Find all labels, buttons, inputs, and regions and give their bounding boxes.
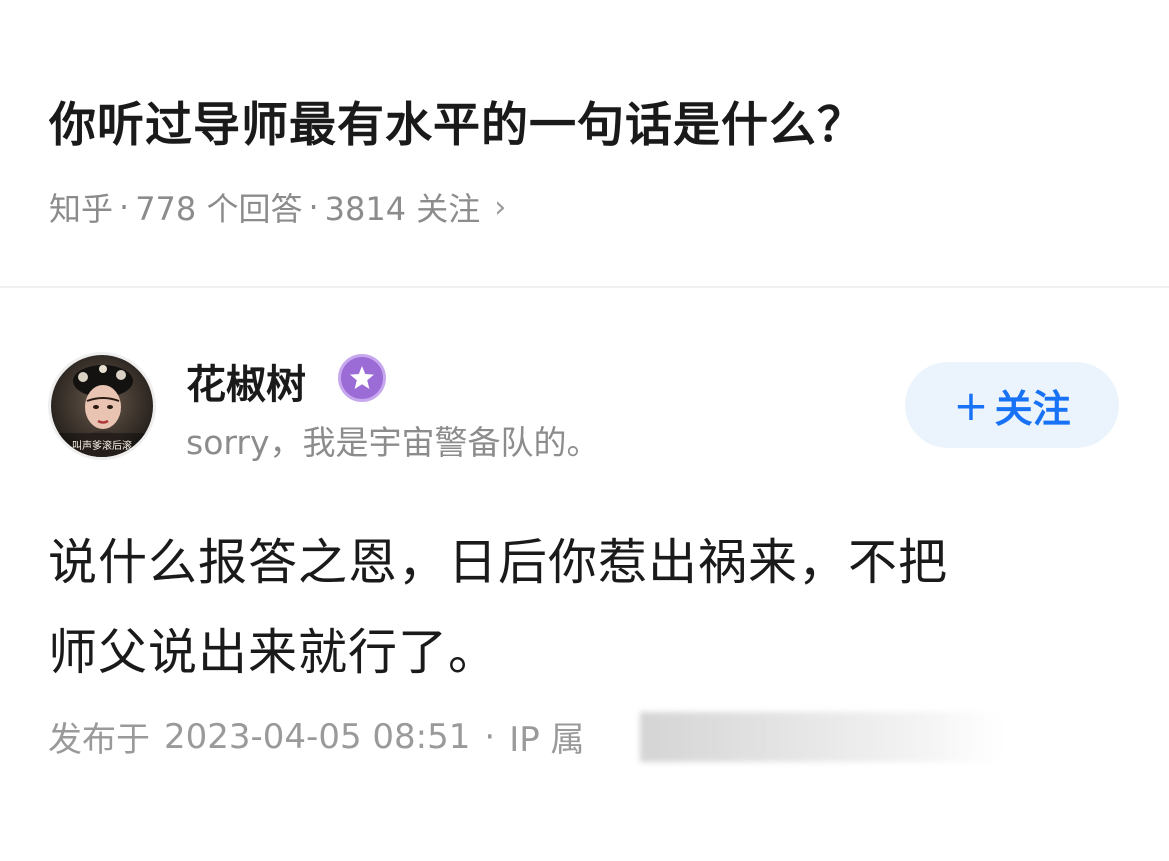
answer-line: 说什么报答之恩，日后你惹出祸来，不把 <box>48 534 949 591</box>
author-name[interactable]: 花椒树 <box>186 352 306 410</box>
avatar[interactable]: 叫声爹滚后滚 <box>48 352 156 460</box>
source-label: 知乎 <box>49 190 114 228</box>
follow-button[interactable]: + 关注 <box>905 362 1119 448</box>
avatar-caption: 叫声爹滚后滚 <box>72 439 132 452</box>
publish-info: 发布于 2023-04-05 08:51 · IP 属 <box>48 712 585 761</box>
author-bio: sorry，我是宇宙警备队的。 <box>186 423 600 462</box>
section-divider <box>0 286 1169 288</box>
publish-separator: · <box>484 716 496 757</box>
publish-prefix: 发布于 <box>48 720 150 760</box>
question-title[interactable]: 你听过导师最有水平的一句话是什么？ <box>49 86 865 155</box>
chevron-right-icon[interactable]: › <box>494 190 506 225</box>
meta-separator: · <box>119 188 130 226</box>
plus-icon: + <box>953 380 989 430</box>
answers-count: 778 个回答 <box>135 190 303 228</box>
meta-separator: · <box>308 188 319 226</box>
question-meta[interactable]: 知乎 · 778 个回答 · 3814 关注 › <box>49 184 506 230</box>
question-header[interactable]: 你听过导师最有水平的一句话是什么？ 知乎 · 778 个回答 · 3814 关注… <box>0 0 1169 286</box>
follow-button-label: 关注 <box>994 386 1071 431</box>
answer-line: 师父说出来就行了。 <box>48 624 499 681</box>
answer-card-page: 你听过导师最有水平的一句话是什么？ 知乎 · 778 个回答 · 3814 关注… <box>0 0 1169 861</box>
ip-location-label: IP 属 <box>509 720 585 760</box>
avatar-image: 叫声爹滚后滚 <box>51 355 153 457</box>
publish-datetime: 2023-04-05 08:51 <box>164 716 471 757</box>
redacted-ip-mask <box>640 712 1000 762</box>
answer-content[interactable]: 说什么报答之恩，日后你惹出祸来，不把 师父说出来就行了。 <box>48 518 1128 698</box>
star-badge-icon[interactable] <box>338 354 386 402</box>
star-icon <box>350 366 374 389</box>
followers-count: 3814 关注 <box>324 190 481 228</box>
